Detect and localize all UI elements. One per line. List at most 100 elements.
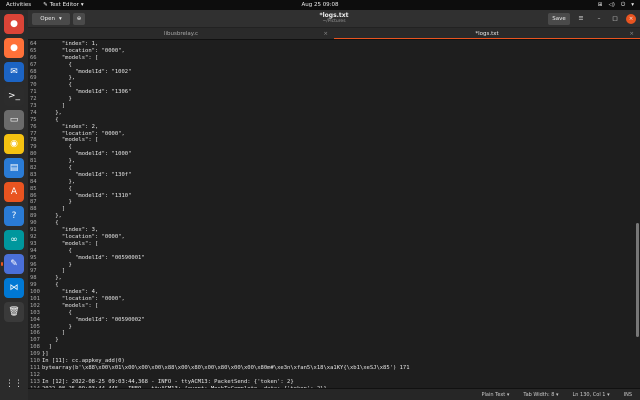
line-text: "models": [ — [42, 54, 99, 61]
line-text: "modelId": "1306" — [42, 89, 132, 96]
code-line: 91 "index": 3, — [28, 227, 640, 234]
line-number: 97 — [30, 268, 37, 275]
line-text: }, — [42, 213, 62, 220]
code-line: 98 }, — [28, 275, 640, 282]
line-text: bytearray(b'\x88\x00\x01\x00\x00\x00\x88… — [42, 364, 410, 371]
tab-1[interactable]: *logs.txt × — [334, 28, 640, 39]
code-line: 112 — [28, 372, 640, 379]
line-text: "modelId": "00590001" — [42, 254, 145, 261]
line-number: 84 — [30, 178, 37, 185]
chrome-icon[interactable]: ● — [4, 14, 24, 34]
line-text: }, — [42, 275, 62, 282]
line-number: 105 — [30, 323, 40, 330]
line-number: 109 — [30, 351, 40, 358]
chevron-down-icon[interactable]: ▾ — [631, 2, 634, 8]
code-line: 70 { — [28, 82, 640, 89]
rhythmbox-icon[interactable]: ◉ — [4, 134, 24, 154]
new-document-button[interactable]: ⊕ — [73, 12, 85, 25]
trash-icon[interactable]: 🗑 — [4, 302, 24, 322]
maximize-icon[interactable]: □ — [610, 13, 620, 25]
tab-close-icon[interactable]: × — [629, 31, 634, 37]
code-line: 71 "modelId": "1306" — [28, 89, 640, 96]
code-line: 79 { — [28, 144, 640, 151]
line-text: "location": "0000", — [42, 47, 125, 54]
line-text: "modelId": "1310" — [42, 192, 132, 199]
line-text: In [12]: 2022-08-25 09:03:44,368 - INFO … — [42, 378, 294, 385]
line-number: 107 — [30, 337, 40, 344]
software-icon[interactable]: A — [4, 182, 24, 202]
line-text: "models": [ — [42, 240, 99, 247]
line-number: 98 — [30, 275, 37, 282]
code-line: 66 "models": [ — [28, 55, 640, 62]
power-icon[interactable]: ⏻ — [621, 2, 625, 9]
line-number: 101 — [30, 295, 40, 302]
tab-width-selector[interactable]: Tab Width: 8 ▾ — [523, 392, 558, 398]
line-number: 87 — [30, 199, 37, 206]
writer-icon[interactable]: ▤ — [4, 158, 24, 178]
line-number: 103 — [30, 309, 40, 316]
line-number: 78 — [30, 137, 37, 144]
syntax-selector[interactable]: Plain Text ▾ — [482, 392, 510, 398]
tab-label: *logs.txt — [475, 30, 499, 37]
close-icon[interactable]: × — [626, 13, 636, 24]
line-text: { — [42, 61, 72, 68]
line-text: { — [42, 165, 72, 172]
code-line: 84 }, — [28, 179, 640, 186]
code-line: 108 ] — [28, 344, 640, 351]
line-text: { — [42, 185, 72, 192]
network-icon[interactable]: ⊞ — [598, 2, 603, 8]
code-line: 107 } — [28, 337, 640, 344]
code-line: 101 "location": "0000", — [28, 296, 640, 303]
status-bar: Plain Text ▾ Tab Width: 8 ▾ Ln 130, Col … — [28, 388, 640, 400]
tab-close-icon[interactable]: × — [323, 31, 328, 37]
line-text: { — [42, 82, 72, 89]
arduino-icon[interactable]: ∞ — [4, 230, 24, 250]
code-line: 75 { — [28, 117, 640, 124]
line-text: "index": 3, — [42, 227, 99, 234]
clock[interactable]: Aug 25 09:08 — [301, 2, 338, 8]
code-line: 83 "modelId": "130f" — [28, 172, 640, 179]
terminal-icon[interactable]: >_ — [4, 86, 24, 106]
code-line: 109}] — [28, 351, 640, 358]
code-line: 105 } — [28, 324, 640, 331]
code-line: 113 In [12]: 2022-08-25 09:03:44,368 - IN… — [28, 379, 640, 386]
code-line: 73 ] — [28, 103, 640, 110]
texteditor-icon[interactable]: ✎ — [1, 254, 24, 274]
code-line: 80 "modelId": "1000" — [28, 151, 640, 158]
line-text: "models": [ — [42, 302, 99, 309]
menu-icon[interactable]: ☰ — [574, 13, 588, 25]
help-icon[interactable]: ? — [4, 206, 24, 226]
code-line: 99 { — [28, 282, 640, 289]
line-text: }, — [42, 178, 76, 185]
code-line: 103 { — [28, 310, 640, 317]
line-number: 111 — [30, 364, 40, 371]
code-line: 110 In [11]: cc.appkey_add(0) — [28, 358, 640, 365]
line-number: 108 — [30, 344, 40, 351]
insert-mode: INS — [623, 391, 632, 398]
line-number: 76 — [30, 123, 37, 130]
volume-icon[interactable]: ◁) — [608, 2, 614, 8]
line-text: }, — [42, 75, 76, 82]
tab-0[interactable]: libusbrelay.c × — [28, 28, 334, 39]
header-bar: Open ▾ ⊕ *logs.txt ~/Pictures Save ☰ – □… — [28, 10, 640, 28]
top-bar: Activities ✎ Text Editor ▾ Aug 25 09:08 … — [0, 0, 640, 10]
open-button[interactable]: Open ▾ — [32, 12, 70, 25]
files-icon[interactable]: ▭ — [4, 110, 24, 130]
code-line: 88 ] — [28, 206, 640, 213]
line-number: 91 — [30, 227, 37, 234]
editor-text-area[interactable]: 64 "index": 1, 65 "location": "0000", 66 "… — [28, 41, 640, 388]
scrollbar[interactable] — [636, 223, 639, 337]
vscode-icon[interactable]: ⋈ — [4, 278, 24, 298]
line-number: 113 — [30, 378, 40, 385]
line-text: }, — [42, 109, 62, 116]
save-button[interactable]: Save — [548, 12, 570, 25]
line-number: 81 — [30, 158, 37, 165]
line-number: 75 — [30, 116, 37, 123]
cursor-position[interactable]: Ln 130, Col 1 ▾ — [573, 392, 610, 398]
show-apps-icon[interactable]: ⋮⋮ — [4, 374, 24, 394]
line-number: 95 — [30, 254, 37, 261]
thunderbird-icon[interactable]: ✉ — [4, 62, 24, 82]
minimize-icon[interactable]: – — [594, 13, 604, 25]
line-number: 69 — [30, 75, 37, 82]
firefox-icon[interactable]: ● — [4, 38, 24, 58]
